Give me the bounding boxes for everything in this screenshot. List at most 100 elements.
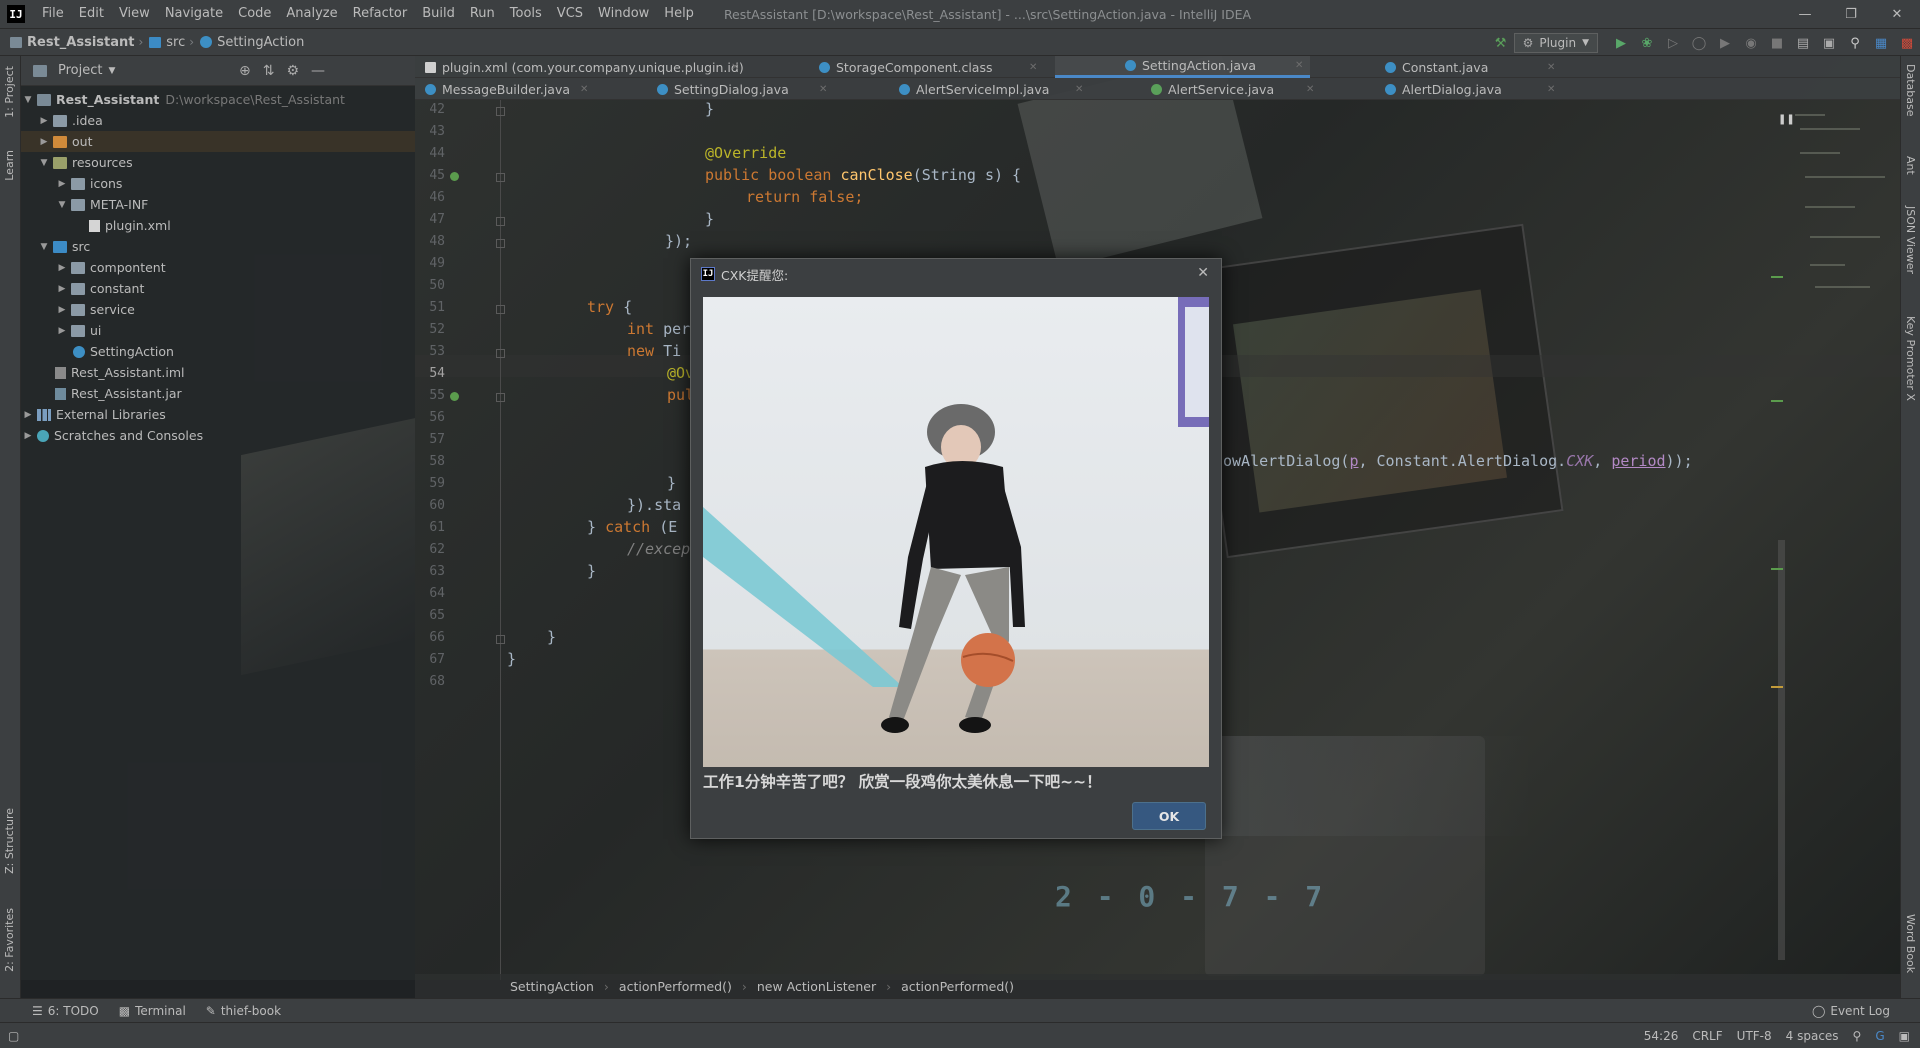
restore-button[interactable]: ❐ (1828, 0, 1874, 28)
debug-icon[interactable]: ❀ (1634, 29, 1660, 57)
tool-todo[interactable]: ☰ 6: TODO (32, 1004, 99, 1018)
expand-arrow-icon[interactable]: ▼ (21, 95, 35, 105)
tool-tab-ant[interactable]: Ant (1904, 156, 1917, 175)
tool-tab-favorites[interactable]: 2: Favorites (3, 908, 16, 972)
profile-icon[interactable]: ◯ (1686, 29, 1712, 57)
tab-alert-service-impl[interactable]: AlertServiceImpl.java ✕ (889, 78, 1139, 100)
tree-item-compontent[interactable]: ▶ compontent (21, 257, 415, 278)
sdk-icon[interactable]: ▣ (1816, 29, 1842, 57)
close-icon[interactable]: ✕ (731, 62, 739, 73)
close-icon[interactable]: ✕ (1306, 84, 1314, 95)
nav-crumb-project[interactable]: Rest_Assistant (0, 35, 134, 50)
menu-run[interactable]: Run (463, 0, 503, 28)
collapse-arrow-icon[interactable]: ▶ (55, 263, 69, 273)
menu-refactor[interactable]: Refactor (346, 0, 416, 28)
run-config-select[interactable]: ⚙ Plugin ▼ (1513, 33, 1598, 53)
tree-item-iml[interactable]: Rest_Assistant.iml (21, 362, 415, 383)
tab-message-builder[interactable]: MessageBuilder.java ✕ (415, 78, 645, 100)
tree-item-constant[interactable]: ▶ constant (21, 278, 415, 299)
translate-icon[interactable]: ▦ (1868, 29, 1894, 57)
tab-alert-service[interactable]: AlertService.java ✕ (1141, 78, 1371, 100)
search-icon[interactable]: ⚲ (1842, 29, 1868, 57)
tab-constant[interactable]: Constant.java ✕ (1375, 56, 1560, 78)
status-toggle-icon[interactable]: ▢ (8, 1029, 19, 1043)
tab-setting-action[interactable]: SettingAction.java ✕ (1055, 56, 1310, 78)
tool-tab-database[interactable]: Database (1904, 64, 1917, 117)
coverage-icon[interactable]: ▷ (1660, 29, 1686, 57)
tab-plugin-xml[interactable]: plugin.xml (com.your.company.unique.plug… (415, 56, 745, 78)
breadcrumb-item[interactable]: SettingAction (510, 979, 594, 994)
close-icon[interactable]: ✕ (1029, 62, 1037, 73)
tree-item-jar[interactable]: Rest_Assistant.jar (21, 383, 415, 404)
pause-icon[interactable]: ❚❚ (1778, 114, 1795, 125)
menu-navigate[interactable]: Navigate (158, 0, 231, 28)
close-icon[interactable]: ✕ (1075, 84, 1083, 95)
collapse-arrow-icon[interactable]: ▶ (21, 410, 35, 420)
indent-setting[interactable]: 4 spaces (1786, 1029, 1839, 1043)
menu-analyze[interactable]: Analyze (279, 0, 345, 28)
tree-item-meta-inf[interactable]: ▼ META-INF (21, 194, 415, 215)
tree-item-service[interactable]: ▶ service (21, 299, 415, 320)
stop-icon[interactable]: ■ (1764, 29, 1790, 57)
hammer-build-icon[interactable]: ⚒ (1488, 29, 1514, 57)
menu-tools[interactable]: Tools (503, 0, 550, 28)
tree-item-setting-action[interactable]: SettingAction (21, 341, 415, 362)
tool-terminal[interactable]: ▩ Terminal (119, 1004, 186, 1018)
gear-icon[interactable]: ⚙ (286, 63, 299, 79)
tree-item-ui[interactable]: ▶ ui (21, 320, 415, 341)
expand-arrow-icon[interactable]: ▼ (55, 200, 69, 210)
tool-tab-structure[interactable]: Z: Structure (3, 808, 16, 874)
tree-item-plugin-xml[interactable]: plugin.xml (21, 215, 415, 236)
tree-item-external-libraries[interactable]: ▶ External Libraries (21, 404, 415, 425)
ok-button[interactable]: OK (1132, 802, 1206, 830)
tool-tab-project[interactable]: 1: Project (3, 66, 16, 118)
menu-file[interactable]: File (35, 0, 72, 28)
line-separator[interactable]: CRLF (1692, 1029, 1722, 1043)
expand-arrow-icon[interactable]: ▼ (37, 158, 51, 168)
close-window-button[interactable]: ✕ (1874, 0, 1920, 28)
collapse-arrow-icon[interactable]: ▶ (55, 284, 69, 294)
nav-crumb-src[interactable]: src (147, 35, 185, 50)
menu-window[interactable]: Window (591, 0, 657, 28)
tool-tab-key-promoter[interactable]: Key Promoter X (1904, 316, 1917, 401)
memory-icon[interactable]: ▣ (1899, 1029, 1910, 1043)
file-encoding[interactable]: UTF-8 (1737, 1029, 1772, 1043)
minimize-button[interactable]: — (1782, 0, 1828, 28)
collapse-all-icon[interactable]: ⇅ (263, 63, 275, 79)
collapse-arrow-icon[interactable]: ▶ (55, 305, 69, 315)
collapse-arrow-icon[interactable]: ▶ (21, 431, 35, 441)
collapse-arrow-icon[interactable]: ▶ (55, 326, 69, 336)
tab-setting-dialog[interactable]: SettingDialog.java ✕ (647, 78, 887, 100)
menu-view[interactable]: View (112, 0, 158, 28)
hide-panel-icon[interactable]: — (311, 63, 325, 79)
breadcrumb-item[interactable]: new ActionListener (757, 979, 876, 994)
breadcrumb-item[interactable]: actionPerformed() (619, 979, 732, 994)
menu-code[interactable]: Code (231, 0, 279, 28)
google-translate-icon[interactable]: G (1875, 1029, 1884, 1043)
menu-edit[interactable]: Edit (72, 0, 112, 28)
tool-tab-learn[interactable]: Learn (3, 150, 16, 181)
close-icon[interactable]: ✕ (1295, 60, 1303, 71)
editor-scrollbar[interactable] (1778, 540, 1785, 960)
locate-icon[interactable]: ⊕ (239, 63, 251, 79)
close-icon[interactable]: ✕ (1547, 62, 1555, 73)
collapse-arrow-icon[interactable]: ▶ (37, 116, 51, 126)
collapse-arrow-icon[interactable]: ▶ (55, 179, 69, 189)
close-icon[interactable]: ✕ (1197, 265, 1209, 281)
run-with-icon[interactable]: ▶ (1712, 29, 1738, 57)
tool-tab-word-book[interactable]: Word Book (1904, 914, 1917, 973)
expand-arrow-icon[interactable]: ▼ (37, 242, 51, 252)
attach-icon[interactable]: ◉ (1738, 29, 1764, 57)
tool-tab-json-viewer[interactable]: JSON Viewer (1904, 206, 1917, 274)
project-view-selector[interactable]: Project ▼ (31, 63, 115, 78)
tab-alert-dialog[interactable]: AlertDialog.java ✕ (1375, 78, 1565, 100)
tree-item-out[interactable]: ▶ out (21, 131, 415, 152)
tree-item-resources[interactable]: ▼ resources (21, 152, 415, 173)
lock-icon[interactable]: ⚲ (1853, 1029, 1862, 1043)
menu-help[interactable]: Help (657, 0, 702, 28)
run-icon[interactable]: ▶ (1608, 29, 1634, 57)
close-icon[interactable]: ✕ (819, 84, 827, 95)
project-structure-icon[interactable]: ▤ (1790, 29, 1816, 57)
tree-item-root[interactable]: ▼ Rest_Assistant D:\workspace\Rest_Assis… (21, 89, 415, 110)
caret-position[interactable]: 54:26 (1644, 1029, 1679, 1043)
